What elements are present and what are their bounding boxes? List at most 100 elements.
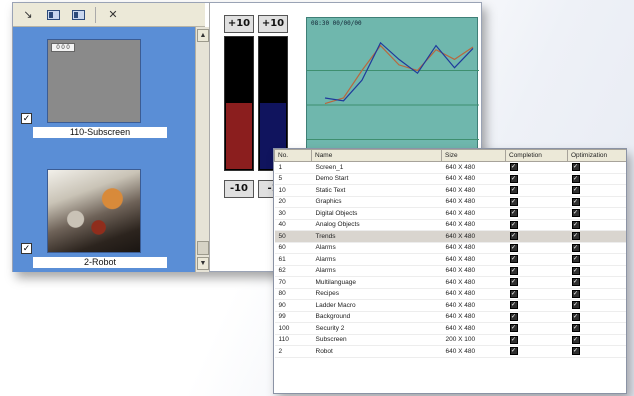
cell-completion: ✓ (505, 242, 568, 254)
close-icon[interactable]: ✕ (102, 6, 124, 24)
column-header-optimization[interactable]: Optimization (567, 149, 626, 162)
scroll-up-icon[interactable]: ▲ (197, 29, 209, 42)
increment-button[interactable]: +10 (224, 15, 254, 33)
table-row[interactable]: 10 Static Text 640 X 480 ✓ ✓ (274, 184, 626, 197)
decrement-button[interactable]: -10 (224, 180, 254, 198)
table-row[interactable]: 62 Alarms 640 X 480 ✓ ✓ (274, 265, 626, 277)
cell-no: 80 (274, 288, 312, 300)
optimization-checkbox[interactable]: ✓ (571, 301, 580, 310)
mini-window-title: 0 0 0 (51, 43, 75, 52)
scroll-thumb[interactable] (197, 241, 209, 255)
table-row[interactable]: 110 Subscreen 200 X 100 ✓ ✓ (274, 334, 626, 346)
cell-size: 640 X 480 (441, 161, 506, 174)
optimization-checkbox[interactable]: ✓ (571, 255, 580, 264)
optimization-checkbox[interactable]: ✓ (571, 266, 580, 275)
thumbnail-checkbox[interactable]: ✓ (21, 113, 32, 124)
completion-checkbox[interactable]: ✓ (509, 324, 518, 333)
table-row[interactable]: 60 Alarms 640 X 480 ✓ ✓ (274, 242, 626, 254)
optimization-checkbox[interactable]: ✓ (571, 324, 580, 333)
optimization-checkbox[interactable]: ✓ (571, 289, 580, 298)
cell-size: 640 X 480 (441, 207, 506, 220)
column-header-name[interactable]: Name (311, 149, 442, 162)
thumbnail-pane[interactable]: 0 0 0 ✓ 110-Subscreen ✓ 2-Robot (13, 27, 195, 272)
table-row[interactable]: 20 Graphics 640 X 480 ✓ ✓ (274, 196, 626, 208)
completion-checkbox[interactable]: ✓ (509, 186, 518, 195)
completion-checkbox[interactable]: ✓ (509, 209, 518, 218)
screen-list-window: No. Name Size Completion Optimization 1S… (273, 148, 627, 394)
completion-checkbox[interactable]: ✓ (509, 243, 518, 252)
completion-checkbox[interactable]: ✓ (509, 232, 518, 241)
completion-checkbox[interactable]: ✓ (509, 220, 518, 229)
increment-button[interactable]: +10 (258, 15, 288, 33)
optimization-checkbox[interactable]: ✓ (571, 197, 580, 206)
optimization-checkbox[interactable]: ✓ (571, 278, 580, 287)
thumbnail-image-robot[interactable] (47, 169, 141, 253)
column-header-completion[interactable]: Completion (505, 149, 568, 162)
column-header-no[interactable]: No. (274, 149, 312, 162)
cell-optimization: ✓ (567, 253, 626, 266)
cell-size: 200 X 100 (441, 334, 506, 346)
cell-size: 640 X 480 (441, 288, 506, 300)
table-header-row: No. Name Size Completion Optimization (274, 149, 626, 162)
cell-completion: ✓ (505, 219, 568, 231)
trend-series-line (324, 44, 474, 105)
completion-checkbox[interactable]: ✓ (509, 312, 518, 321)
thumbnail-card-robot[interactable]: ✓ 2-Robot (21, 169, 167, 268)
table-row[interactable]: 70 Multilanguage 640 X 480 ✓ ✓ (274, 276, 626, 289)
scroll-down-icon[interactable]: ▼ (197, 257, 209, 270)
cell-name: Ladder Macro (311, 299, 442, 312)
completion-checkbox[interactable]: ✓ (509, 197, 518, 206)
table-row[interactable]: 5 Demo Start 640 X 480 ✓ ✓ (274, 173, 626, 185)
optimization-checkbox[interactable]: ✓ (571, 243, 580, 252)
table-row[interactable]: 1 Screen_1 640 X 480 ✓ ✓ (274, 161, 626, 174)
optimization-checkbox[interactable]: ✓ (571, 209, 580, 218)
optimization-checkbox[interactable]: ✓ (571, 312, 580, 321)
cell-optimization: ✓ (567, 311, 626, 323)
cell-no: 10 (274, 184, 312, 197)
cell-optimization: ✓ (567, 173, 626, 185)
table-row[interactable]: 100 Security 2 640 X 480 ✓ ✓ (274, 322, 626, 335)
completion-checkbox[interactable]: ✓ (509, 163, 518, 172)
cell-optimization: ✓ (567, 184, 626, 197)
optimization-checkbox[interactable]: ✓ (571, 335, 580, 344)
completion-checkbox[interactable]: ✓ (509, 174, 518, 183)
table-row[interactable]: 40 Analog Objects 640 X 480 ✓ ✓ (274, 219, 626, 231)
completion-checkbox[interactable]: ✓ (509, 266, 518, 275)
pin-icon[interactable]: ↘ (17, 6, 39, 24)
optimization-checkbox[interactable]: ✓ (571, 186, 580, 195)
completion-checkbox[interactable]: ✓ (509, 289, 518, 298)
completion-checkbox[interactable]: ✓ (509, 255, 518, 264)
table-row[interactable]: 50 Trends 640 X 480 ✓ ✓ (274, 230, 626, 243)
table-row[interactable]: 30 Digital Objects 640 X 480 ✓ ✓ (274, 207, 626, 220)
table-row[interactable]: 2 Robot 640 X 480 ✓ ✓ (274, 345, 626, 358)
completion-checkbox[interactable]: ✓ (509, 301, 518, 310)
optimization-checkbox[interactable]: ✓ (571, 220, 580, 229)
thumbnail-checkbox[interactable]: ✓ (21, 243, 32, 254)
optimization-checkbox[interactable]: ✓ (571, 347, 580, 356)
thumbnail-card-subscreen[interactable]: 0 0 0 ✓ 110-Subscreen (21, 39, 167, 138)
cell-size: 640 X 480 (441, 196, 506, 208)
table-row[interactable]: 61 Alarms 640 X 480 ✓ ✓ (274, 253, 626, 266)
thumbnail-image-subscreen[interactable]: 0 0 0 (47, 39, 141, 123)
image-list-icon[interactable] (67, 6, 89, 24)
optimization-checkbox[interactable]: ✓ (571, 174, 580, 183)
cell-name: Robot (311, 345, 442, 358)
completion-checkbox[interactable]: ✓ (509, 335, 518, 344)
cell-completion: ✓ (505, 230, 568, 243)
completion-checkbox[interactable]: ✓ (509, 278, 518, 287)
cell-no: 61 (274, 253, 312, 266)
cell-name: Recipes (311, 288, 442, 300)
table-row[interactable]: 99 Background 640 X 480 ✓ ✓ (274, 311, 626, 323)
optimization-checkbox[interactable]: ✓ (571, 163, 580, 172)
thumbnail-scrollbar[interactable]: ▲ ▼ (195, 27, 209, 272)
table-row[interactable]: 80 Recipes 640 X 480 ✓ ✓ (274, 288, 626, 300)
image-view-icon[interactable] (42, 6, 64, 24)
column-header-size[interactable]: Size (441, 149, 506, 162)
screen-table: No. Name Size Completion Optimization 1S… (274, 149, 626, 358)
cell-no: 60 (274, 242, 312, 254)
completion-checkbox[interactable]: ✓ (509, 347, 518, 356)
optimization-checkbox[interactable]: ✓ (571, 232, 580, 241)
cell-size: 640 X 480 (441, 299, 506, 312)
table-row[interactable]: 90 Ladder Macro 640 X 480 ✓ ✓ (274, 299, 626, 312)
cell-size: 640 X 480 (441, 322, 506, 335)
